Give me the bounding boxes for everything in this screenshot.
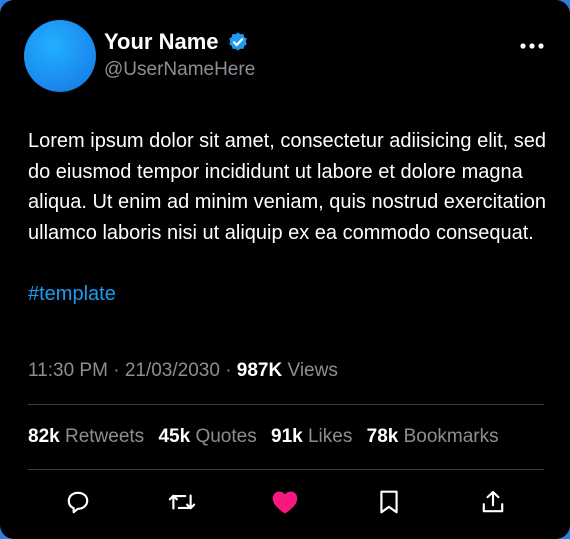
author-name[interactable]: Your Name	[104, 29, 219, 55]
stat-likes[interactable]: 91k Likes	[271, 426, 352, 447]
views-count: 987K	[236, 360, 283, 381]
stat-count: 91k	[271, 426, 303, 447]
post-date[interactable]: 21/03/2030	[125, 360, 220, 381]
share-icon	[482, 490, 504, 513]
bookmark-button[interactable]	[374, 487, 404, 517]
stat-count: 45k	[158, 426, 191, 447]
stat-bookmarks[interactable]: 78k Bookmarks	[367, 426, 499, 447]
retweet-icon	[168, 494, 196, 510]
views-label: Views	[287, 360, 338, 381]
stat-count: 78k	[366, 426, 399, 447]
divider-top	[28, 404, 544, 405]
heart-icon	[272, 491, 298, 514]
more-dots	[520, 43, 544, 49]
stat-retweets[interactable]: 82k Retweets	[28, 426, 144, 447]
post-text: Lorem ipsum dolor sit amet, consectetur …	[28, 130, 547, 244]
stat-label: Likes	[307, 426, 353, 447]
avatar[interactable]	[24, 20, 96, 92]
divider-bottom	[28, 469, 544, 470]
author-handle[interactable]: @UserNameHere	[104, 59, 255, 81]
author-name-row: Your Name	[104, 29, 249, 55]
tweet-card: Your Name @UserNameHere Lorem ipsum dolo…	[0, 0, 570, 539]
share-button[interactable]	[478, 487, 508, 517]
like-button[interactable]	[270, 487, 300, 517]
verified-badge-icon	[228, 32, 247, 51]
post-time[interactable]: 11:30 PM	[28, 360, 108, 381]
stat-label: Quotes	[195, 426, 257, 447]
meta-separator: ·	[225, 360, 237, 381]
stat-label: Bookmarks	[403, 426, 499, 447]
action-bar	[0, 487, 570, 521]
hashtag-link[interactable]: #template	[28, 283, 116, 306]
retweet-button[interactable]	[167, 487, 197, 517]
post-meta: 11:30 PM · 21/03/2030 · 987K Views	[28, 360, 338, 382]
comment-icon	[67, 491, 89, 514]
stat-quotes[interactable]: 45k Quotes	[158, 426, 256, 447]
reply-button[interactable]	[63, 487, 93, 517]
more-options-icon[interactable]	[520, 30, 544, 56]
stat-label: Retweets	[64, 426, 145, 447]
engagement-stats: 82k Retweets 45k Quotes 91k Likes 78k Bo…	[28, 426, 508, 448]
bookmark-icon	[380, 490, 398, 514]
meta-separator: ·	[113, 360, 125, 381]
stat-count: 82k	[28, 426, 60, 447]
